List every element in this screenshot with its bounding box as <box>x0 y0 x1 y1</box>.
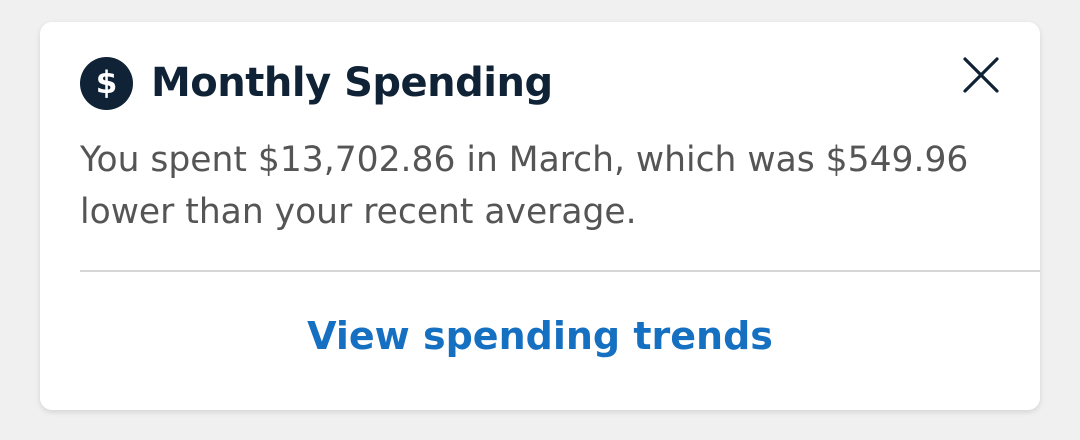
dollar-icon: $ <box>80 56 133 110</box>
monthly-spending-card: $ Monthly Spending You spent $13,702.86 … <box>40 22 1040 410</box>
card-header: $ Monthly Spending <box>80 56 553 110</box>
close-button[interactable] <box>958 52 1004 98</box>
card-title: Monthly Spending <box>151 60 553 106</box>
spending-summary-text: You spent $13,702.86 in March, which was… <box>80 140 969 232</box>
divider <box>80 270 1040 272</box>
view-spending-trends-link[interactable]: View spending trends <box>40 314 1040 358</box>
dollar-icon-glyph: $ <box>95 65 118 101</box>
close-icon <box>963 57 999 93</box>
